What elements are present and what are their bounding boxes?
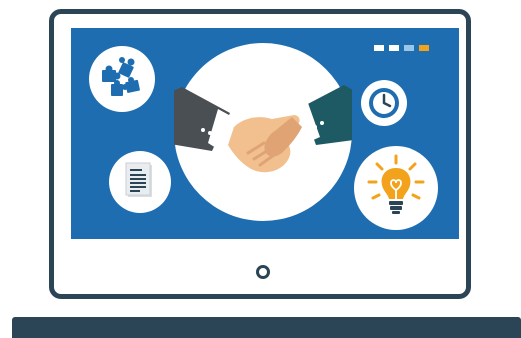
screen-indicator-dots: [374, 45, 429, 51]
clock-icon: [369, 88, 399, 118]
puzzle-badge: [89, 46, 155, 112]
indicator-dot-accent: [419, 45, 429, 51]
lightbulb-badge: [354, 146, 438, 230]
handshake-icon: [174, 85, 352, 173]
monitor-screen: [71, 28, 459, 239]
clock-badge: [361, 80, 407, 126]
monitor-base: [12, 317, 521, 338]
power-button[interactable]: [256, 265, 270, 279]
handshake-badge: [174, 43, 352, 221]
indicator-dot: [404, 45, 414, 51]
puzzle-icon: [102, 57, 140, 96]
document-badge: [109, 151, 171, 213]
indicator-dot: [374, 45, 384, 51]
lightbulb-icon: [367, 154, 425, 214]
indicator-dot: [389, 45, 399, 51]
document-icon: [125, 162, 152, 197]
